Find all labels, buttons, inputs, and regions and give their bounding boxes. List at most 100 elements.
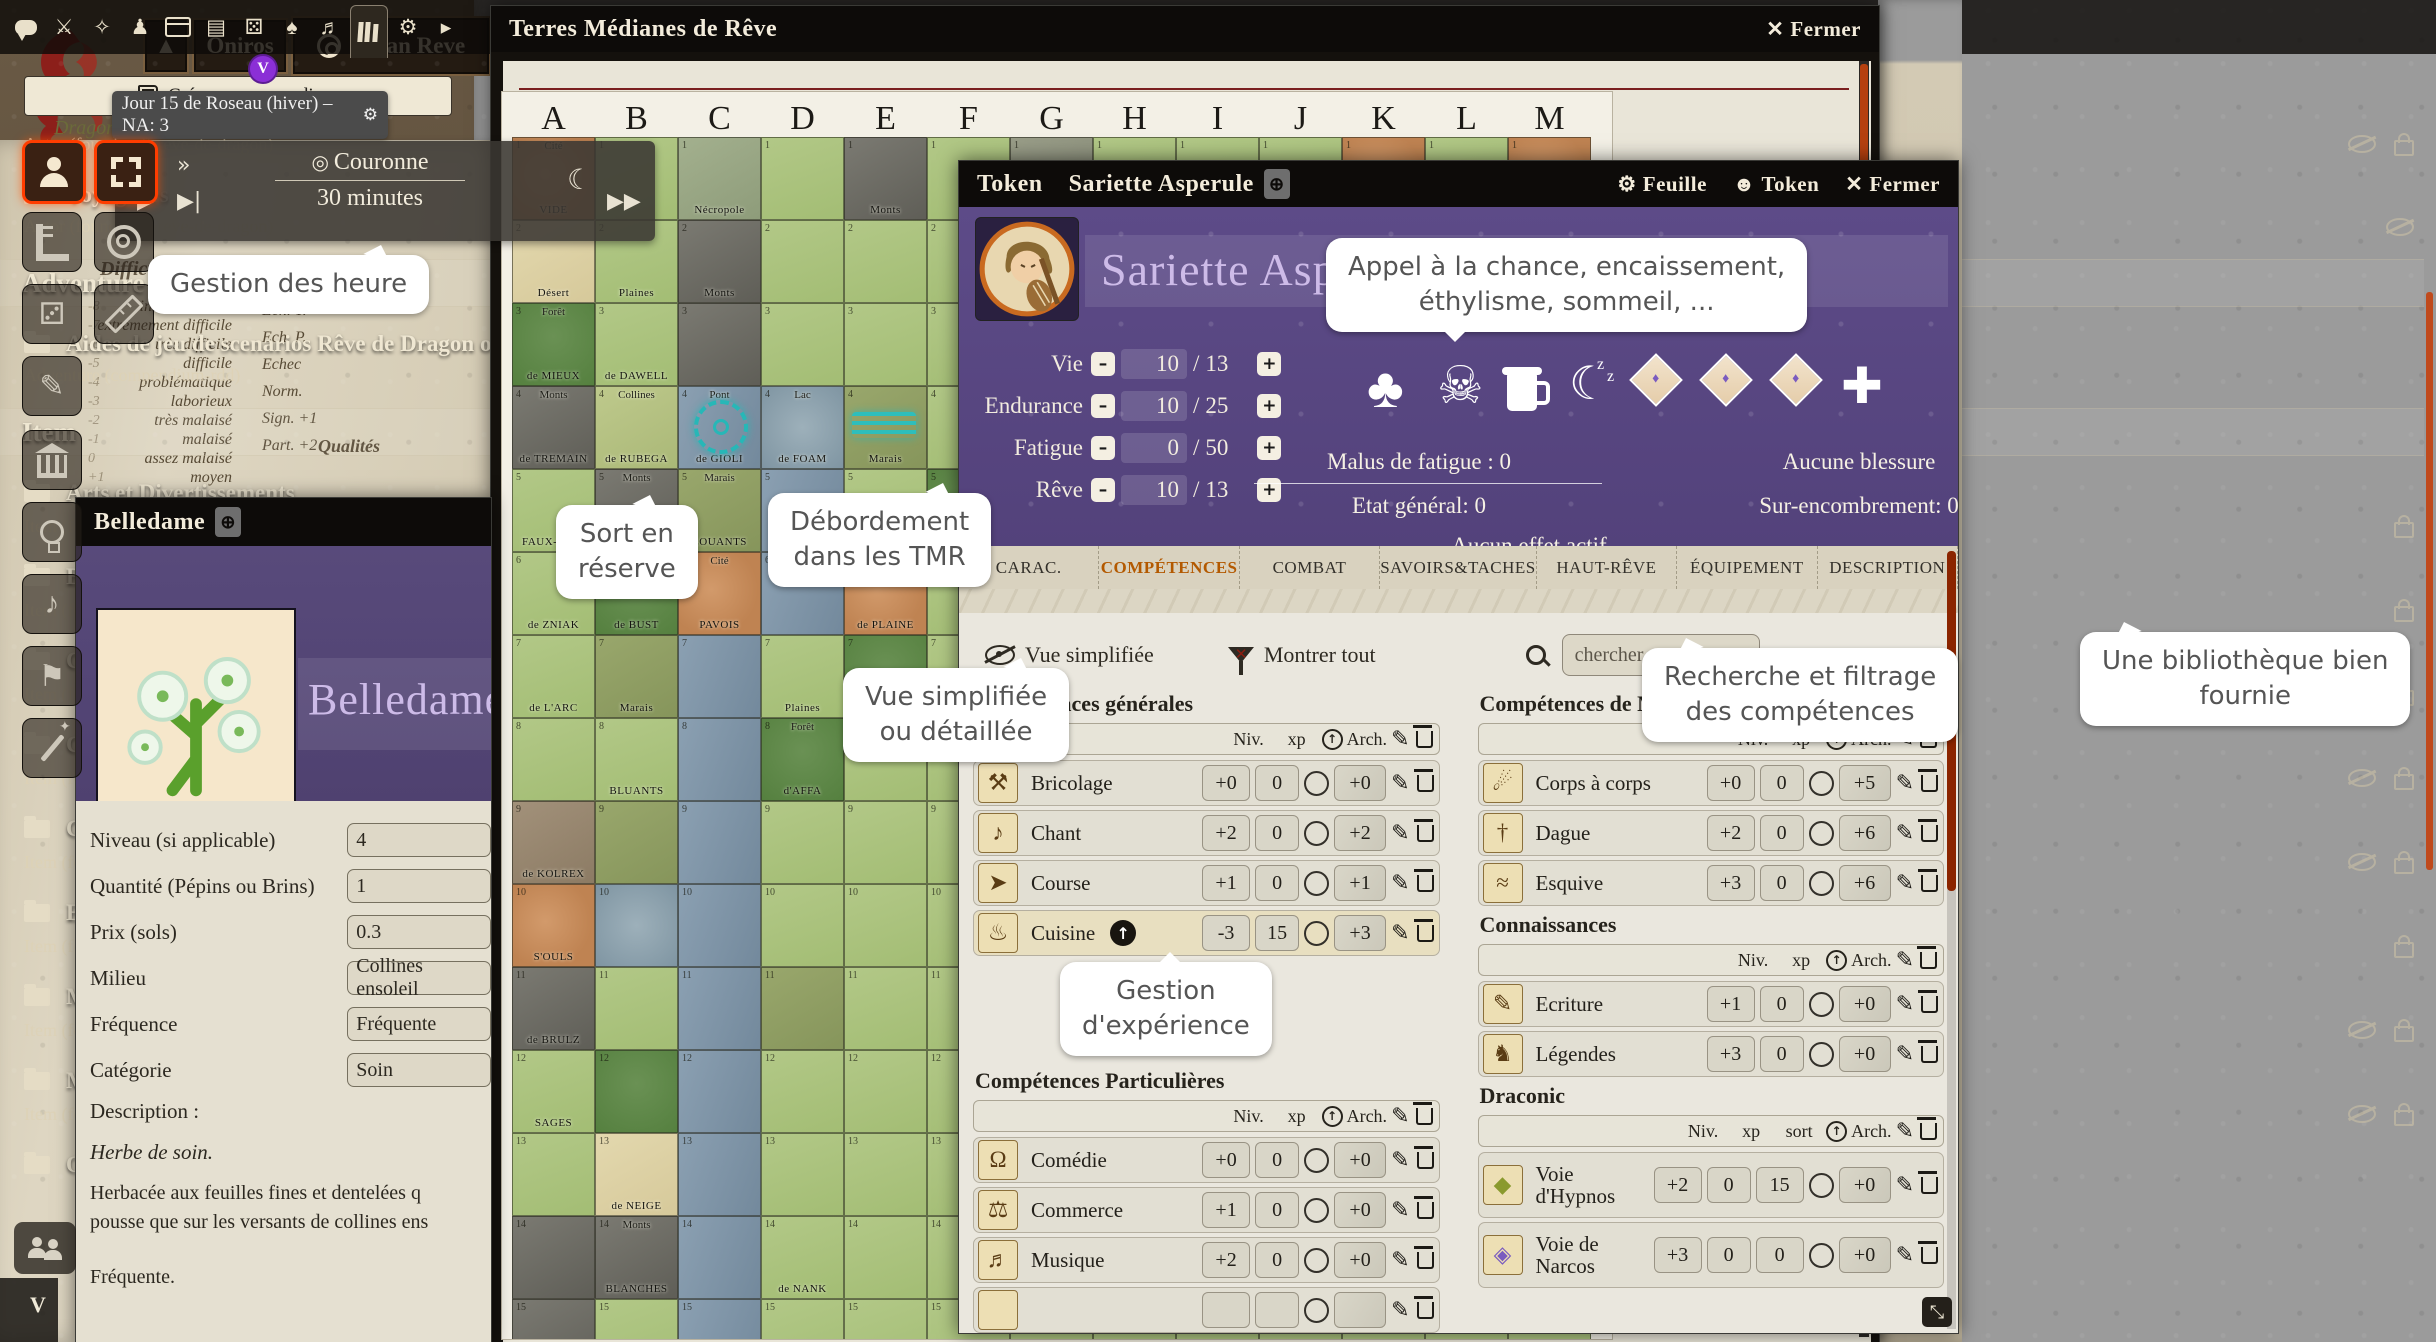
- trash-icon[interactable]: [1921, 1177, 1938, 1194]
- tab-comptences[interactable]: COMPÉTENCES: [1099, 546, 1239, 589]
- edit-icon[interactable]: ✎: [1391, 727, 1409, 752]
- trash-icon[interactable]: [1417, 1302, 1434, 1319]
- tmr-cell-D11[interactable]: 11: [761, 967, 844, 1050]
- tmr-cell-E1[interactable]: 1Monts: [844, 137, 927, 220]
- edit-icon[interactable]: ✎: [1896, 948, 1914, 973]
- edit-icon[interactable]: ✎: [1896, 1243, 1914, 1268]
- xp-value[interactable]: 0: [1255, 815, 1299, 851]
- roll-circle-icon[interactable]: [1809, 1042, 1834, 1067]
- xp-value[interactable]: 0: [1760, 1036, 1804, 1072]
- sidebar-tab-dice[interactable]: ⚄: [236, 5, 272, 49]
- tmr-cell-C11[interactable]: 11: [678, 967, 761, 1050]
- edit-icon[interactable]: ✎: [1391, 1104, 1409, 1129]
- edit-icon[interactable]: ✎: [1391, 921, 1409, 946]
- edit-icon[interactable]: ✎: [1896, 1042, 1914, 1067]
- niv-value[interactable]: +0: [1707, 765, 1755, 801]
- gear-icon[interactable]: ⚙: [363, 105, 378, 125]
- sidebar-tab-arrow[interactable]: ▸: [428, 5, 464, 49]
- sidebar-tab-gear[interactable]: ⚙: [390, 5, 426, 49]
- arch-value[interactable]: +0: [1334, 1142, 1386, 1178]
- skill-row-bricolage[interactable]: ⚒Bricolage+00+0✎: [973, 760, 1440, 806]
- trash-icon[interactable]: [1417, 1202, 1434, 1219]
- edit-icon[interactable]: ✎: [1391, 871, 1409, 896]
- trash-icon[interactable]: [1417, 875, 1434, 892]
- tmr-cell-D4[interactable]: 4Lacde FOAM: [761, 386, 844, 469]
- tmr-cell-A14[interactable]: 14: [512, 1216, 595, 1299]
- tmr-cell-A7[interactable]: 7de L'ARC: [512, 635, 595, 718]
- field-input[interactable]: 4: [347, 823, 491, 857]
- arch-value[interactable]: +0: [1839, 986, 1891, 1022]
- tmr-cell-D3[interactable]: 3: [761, 303, 844, 386]
- field-input[interactable]: Fréquente: [347, 1007, 491, 1041]
- niv-value[interactable]: +0: [1202, 765, 1250, 801]
- edit-icon[interactable]: ✎: [1896, 771, 1914, 796]
- tool-ruler-button[interactable]: [22, 212, 82, 272]
- xp-value[interactable]: 0: [1760, 765, 1804, 801]
- roll-circle-icon[interactable]: [1304, 871, 1329, 896]
- xp-value[interactable]: 0: [1707, 1237, 1751, 1273]
- tmr-cell-D2[interactable]: 2: [761, 220, 844, 303]
- tmr-cell-B11[interactable]: 11: [595, 967, 678, 1050]
- tool-measure-button[interactable]: [94, 284, 154, 344]
- niv-value[interactable]: +1: [1202, 865, 1250, 901]
- tmr-cell-C9[interactable]: 9: [678, 801, 761, 884]
- trash-icon[interactable]: [1416, 1108, 1433, 1125]
- niv-value[interactable]: +2: [1202, 815, 1250, 851]
- roll-circle-icon[interactable]: [1304, 1148, 1329, 1173]
- edit-icon[interactable]: ✎: [1391, 771, 1409, 796]
- skill-row-commerce[interactable]: ⚖Commerce+10+0✎: [973, 1187, 1440, 1233]
- tmr-cell-C1[interactable]: 1Nécropole: [678, 137, 761, 220]
- advance-large-icon[interactable]: »: [177, 153, 190, 178]
- xp-value[interactable]: 0: [1760, 986, 1804, 1022]
- minus-button[interactable]: –: [1091, 394, 1115, 418]
- minus-button[interactable]: –: [1091, 436, 1115, 460]
- roll-circle-icon[interactable]: [1304, 771, 1329, 796]
- tmr-cell-B8[interactable]: 8BLUANTS: [595, 718, 678, 801]
- tab-description[interactable]: DESCRIPTION: [1818, 546, 1958, 589]
- filter-icon[interactable]: [1228, 647, 1254, 663]
- tool-lightbulb-button[interactable]: [22, 502, 82, 562]
- tmr-cell-D7[interactable]: 7Plaines: [761, 635, 844, 718]
- arch-value[interactable]: +6: [1839, 815, 1891, 851]
- edit-icon[interactable]: ✎: [1896, 1173, 1914, 1198]
- edit-icon[interactable]: ✎: [1391, 821, 1409, 846]
- tmr-cell-C7[interactable]: 7: [678, 635, 761, 718]
- roll-circle-icon[interactable]: [1809, 871, 1834, 896]
- archive-toggle-icon[interactable]: ↑: [1322, 1106, 1343, 1127]
- tab-savoirstaches[interactable]: SAVOIRS&TACHES: [1380, 546, 1537, 589]
- field-input[interactable]: 1: [347, 869, 491, 903]
- skill-row-chant[interactable]: ♪Chant+20+2✎: [973, 810, 1440, 856]
- arch-value[interactable]: +6: [1839, 865, 1891, 901]
- trash-icon[interactable]: [1417, 775, 1434, 792]
- tmr-cell-E11[interactable]: 11: [844, 967, 927, 1050]
- roll-circle-icon[interactable]: [1304, 1198, 1329, 1223]
- edit-icon[interactable]: ✎: [1391, 1148, 1409, 1173]
- arch-value[interactable]: +0: [1334, 1192, 1386, 1228]
- tmr-cell-C13[interactable]: 13: [678, 1133, 761, 1216]
- stat-value[interactable]: 0: [1121, 433, 1187, 463]
- edit-icon[interactable]: ✎: [1896, 1119, 1914, 1144]
- skill-row-légendes[interactable]: ♞Légendes+30+0✎: [1478, 1031, 1945, 1077]
- skill-row-empty[interactable]: ✎: [973, 1287, 1440, 1333]
- roll-circle-icon[interactable]: [1304, 921, 1329, 946]
- tmr-cell-E12[interactable]: 12: [844, 1050, 927, 1133]
- moon-sleep-icon[interactable]: ☾zz: [1569, 361, 1610, 407]
- roll-circle-icon[interactable]: [1304, 1248, 1329, 1273]
- trash-icon[interactable]: [1920, 952, 1937, 969]
- tmr-cell-C15[interactable]: 15: [678, 1299, 761, 1340]
- tmr-cell-C12[interactable]: 12: [678, 1050, 761, 1133]
- show-all-label[interactable]: Montrer tout: [1264, 642, 1376, 668]
- moon-icon[interactable]: ☾: [567, 163, 592, 196]
- xp-up-icon[interactable]: ↑: [1110, 920, 1136, 946]
- arch-value[interactable]: +0: [1839, 1237, 1891, 1273]
- minus-button[interactable]: –: [1091, 352, 1115, 376]
- arch-value[interactable]: +3: [1334, 915, 1386, 951]
- bones-icon[interactable]: ☠: [1437, 361, 1484, 413]
- tmr-cell-D15[interactable]: 15: [761, 1299, 844, 1340]
- players-list[interactable]: V: [0, 1278, 58, 1342]
- tool-music-button[interactable]: ♪: [22, 574, 82, 634]
- trash-icon[interactable]: [1921, 875, 1938, 892]
- calendar-bar[interactable]: Jour 15 de Roseau (hiver) – NA: 3 ⚙: [112, 91, 388, 139]
- tool-pencil-button[interactable]: ✎: [22, 356, 82, 416]
- skill-row-musique[interactable]: ♬Musique+20+0✎: [973, 1237, 1440, 1283]
